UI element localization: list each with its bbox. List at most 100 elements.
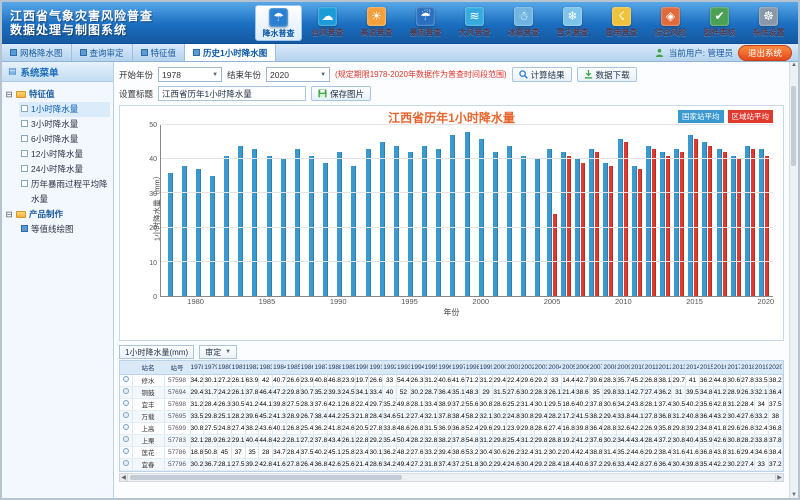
checkbox-icon[interactable] <box>21 180 28 187</box>
review-select[interactable]: 审定 ▼ <box>199 345 237 359</box>
checkbox-icon[interactable] <box>21 105 28 112</box>
row-expander-icon[interactable] <box>123 448 129 454</box>
logout-button[interactable]: 退出系统 <box>738 45 792 61</box>
table-row-57796[interactable]: 宜春5779630.236.728.127.539.242.841.627.82… <box>120 458 783 470</box>
module-snow[interactable]: ❄雪灾普查 <box>549 5 596 41</box>
col-year-2006[interactable]: 2006 <box>575 361 589 374</box>
col-year-2005[interactable]: 2005 <box>562 361 576 374</box>
col-year-1994[interactable]: 1994 <box>410 361 424 374</box>
download-button[interactable]: 数据下载 <box>577 67 637 82</box>
col-year-1978[interactable]: 1978 <box>190 361 204 374</box>
col-year-1998[interactable]: 1998 <box>465 361 479 374</box>
col-year-2003[interactable]: 2003 <box>534 361 548 374</box>
col-year-1984[interactable]: 1984 <box>273 361 287 374</box>
checkbox-icon[interactable] <box>21 165 28 172</box>
table-row-57699[interactable]: 上高5769930.827.524.827.438.243.640.126.82… <box>120 422 783 434</box>
metric-select[interactable]: 1小时降水量(mm) <box>119 345 194 359</box>
table-row-57694[interactable]: 铜鼓5769429.431.724.226.137.846.447.229.83… <box>120 386 783 398</box>
row-expander-icon[interactable] <box>123 424 129 430</box>
col-year-1997[interactable]: 1997 <box>452 361 466 374</box>
horizontal-scroll-track[interactable] <box>128 473 775 482</box>
col-year-2007[interactable]: 2007 <box>589 361 603 374</box>
tab-feature-value[interactable]: 特征值 <box>133 44 186 61</box>
module-risk[interactable]: ◈综合风险 <box>647 5 694 41</box>
col-year-1995[interactable]: 1995 <box>424 361 438 374</box>
col-year-2016[interactable]: 2016 <box>713 361 727 374</box>
tree-item-h24[interactable]: 24小时降水量 <box>19 162 110 177</box>
scroll-down-arrow-icon[interactable]: ▼ <box>791 492 797 498</box>
row-expander-icon[interactable] <box>123 400 129 406</box>
tree-item-storm-avg[interactable]: 历年暴雨过程平均降水量 <box>19 177 110 207</box>
col-year-2020[interactable]: 2020 <box>768 361 782 374</box>
table-row-57786[interactable]: 莲花5778618.850.84537352834.728.437.540.24… <box>120 446 783 458</box>
scroll-left-arrow-icon[interactable]: ◀ <box>119 473 128 482</box>
row-expander-icon[interactable] <box>123 412 129 418</box>
col-year-2019[interactable]: 2019 <box>754 361 768 374</box>
tree-item-contour[interactable]: 等值线绘图 <box>19 222 110 237</box>
col-year-1982[interactable]: 1982 <box>245 361 259 374</box>
row-expander-icon[interactable] <box>123 376 129 382</box>
calculate-button[interactable]: 计算结果 <box>512 67 572 82</box>
col-year-2012[interactable]: 2012 <box>658 361 672 374</box>
table-row-57695[interactable]: 万载5769533.529.825.128.239.645.241.328.92… <box>120 410 783 422</box>
col-year-2015[interactable]: 2015 <box>699 361 713 374</box>
expander-icon[interactable]: ⊟ <box>5 87 13 102</box>
expander-icon[interactable]: ⊟ <box>5 207 13 222</box>
module-typhoon[interactable]: ☁台风普查 <box>304 5 351 41</box>
end-year-select[interactable]: 2020 ▼ <box>266 67 330 82</box>
col-station[interactable]: 站名 <box>132 361 164 374</box>
col-year-2001[interactable]: 2001 <box>507 361 521 374</box>
col-year-2002[interactable]: 2002 <box>520 361 534 374</box>
col-year-2009[interactable]: 2009 <box>617 361 631 374</box>
tab-query-review[interactable]: 查询审定 <box>72 44 133 61</box>
horizontal-scroll-thumb[interactable] <box>130 475 402 480</box>
col-year-2018[interactable]: 2018 <box>741 361 755 374</box>
module-wind[interactable]: ≋大风普查 <box>451 5 498 41</box>
module-review[interactable]: ✔图件审核 <box>696 5 743 41</box>
vertical-scrollbar[interactable]: ▲ ▼ <box>789 62 798 498</box>
module-rainstorm[interactable]: ☔暴雨普查 <box>402 5 449 41</box>
tree-folder-product[interactable]: ⊟产品制作 <box>5 207 110 222</box>
col-year-2017[interactable]: 2017 <box>727 361 741 374</box>
checkbox-icon[interactable] <box>21 135 28 142</box>
legend-national[interactable]: 国家站平均 <box>678 110 724 123</box>
col-year-2013[interactable]: 2013 <box>672 361 686 374</box>
col-year-2000[interactable]: 2000 <box>493 361 507 374</box>
col-year-1981[interactable]: 1981 <box>231 361 245 374</box>
module-hail[interactable]: ☃冰雹普查 <box>500 5 547 41</box>
module-rain[interactable]: ☂降水普查 <box>255 5 302 41</box>
col-id[interactable]: 站号 <box>164 361 190 374</box>
col-year-1992[interactable]: 1992 <box>383 361 397 374</box>
col-year-1999[interactable]: 1999 <box>479 361 493 374</box>
col-year-2010[interactable]: 2010 <box>631 361 645 374</box>
table-row-57698[interactable]: 宜丰5769831.228.426.330.541.244.139.827.52… <box>120 398 783 410</box>
chart-title-input[interactable] <box>158 86 306 101</box>
module-lightning[interactable]: ☇雷电普查 <box>598 5 645 41</box>
row-expander-icon[interactable] <box>123 436 129 442</box>
col-year-1986[interactable]: 1986 <box>300 361 314 374</box>
col-year-1988[interactable]: 1988 <box>328 361 342 374</box>
tree-folder-feature[interactable]: ⊟特征值 <box>5 87 110 102</box>
col-year-1996[interactable]: 1996 <box>438 361 452 374</box>
checkbox-icon[interactable] <box>21 120 28 127</box>
col-year-1991[interactable]: 1991 <box>369 361 383 374</box>
col-year-2014[interactable]: 2014 <box>686 361 700 374</box>
tree-item-h1[interactable]: 1小时降水量 <box>19 102 110 117</box>
col-year-2011[interactable]: 2011 <box>644 361 658 374</box>
row-expander-icon[interactable] <box>123 388 129 394</box>
row-expander-icon[interactable] <box>123 460 129 466</box>
checkbox-icon[interactable] <box>21 150 28 157</box>
tree-item-h12[interactable]: 12小时降水量 <box>19 147 110 162</box>
vertical-scroll-thumb[interactable] <box>791 86 796 166</box>
start-year-select[interactable]: 1978 ▼ <box>158 67 222 82</box>
col-year-1983[interactable]: 1983 <box>259 361 273 374</box>
col-year-2004[interactable]: 2004 <box>548 361 562 374</box>
col-year-2008[interactable]: 2008 <box>603 361 617 374</box>
module-settings[interactable]: ☸系统设置 <box>745 5 792 41</box>
module-heat[interactable]: ☀高温普查 <box>353 5 400 41</box>
save-image-button[interactable]: 保存图片 <box>311 86 371 101</box>
col-year-1987[interactable]: 1987 <box>314 361 328 374</box>
col-year-1979[interactable]: 1979 <box>204 361 218 374</box>
col-year-1993[interactable]: 1993 <box>396 361 410 374</box>
table-row-57783[interactable]: 上栗5778332.128.926.229.140.444.842.228.12… <box>120 434 783 446</box>
